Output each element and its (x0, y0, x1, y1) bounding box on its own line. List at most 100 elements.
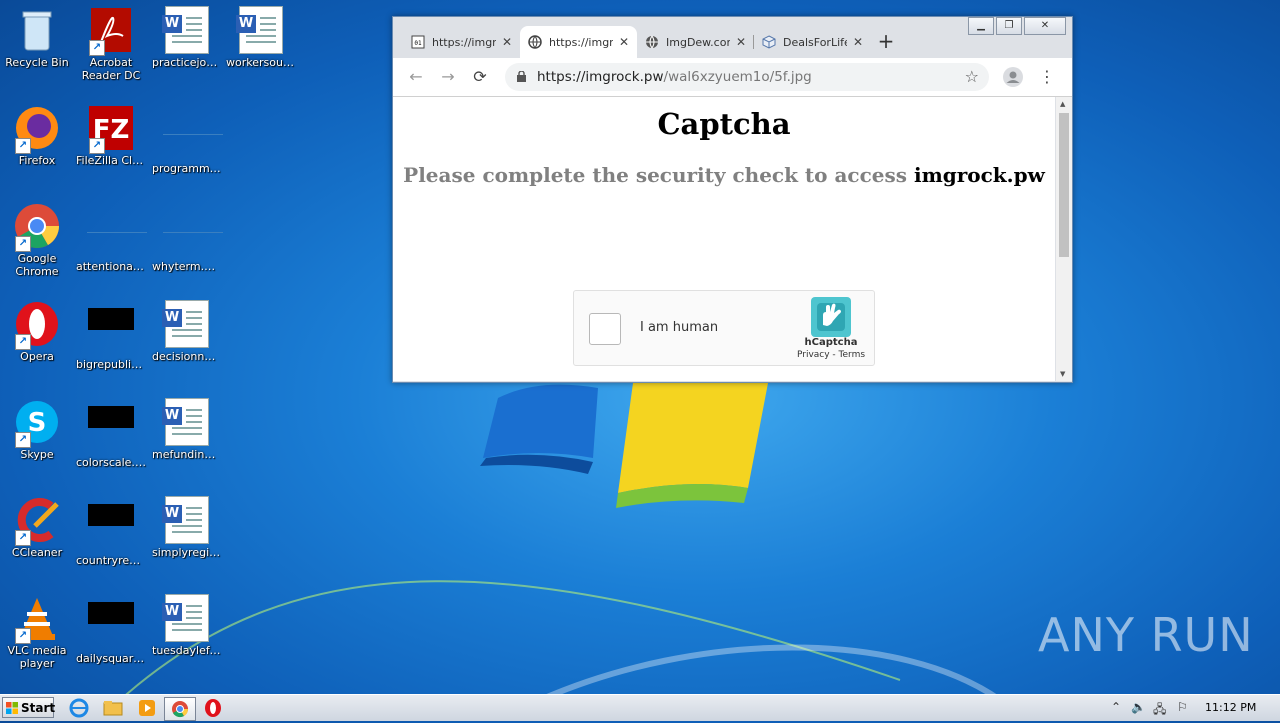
desktop-icon-programme[interactable]: programme... (150, 98, 224, 188)
desktop-icon-colorscale[interactable]: colorscale.jpg (74, 392, 148, 482)
tab-close-icon[interactable]: ✕ (853, 35, 863, 49)
desktop-icon-label: CCleaner (11, 546, 63, 559)
forward-arrow-icon[interactable]: → (437, 66, 459, 88)
image-file-icon (87, 308, 135, 356)
desktop-icon-firefox[interactable]: ↗ Firefox (0, 98, 74, 188)
menu-kebab-icon[interactable]: ⋮ (1036, 66, 1058, 88)
start-button[interactable]: Start (2, 697, 55, 718)
hcaptcha-logo-icon (811, 297, 851, 337)
image-file-icon (87, 602, 135, 650)
volume-icon[interactable]: 🔈 (1131, 700, 1146, 714)
tab-close-icon[interactable]: ✕ (502, 35, 512, 49)
clock[interactable]: 11:12 PM (1205, 701, 1256, 714)
desktop-icon-label: whyterm.png (152, 260, 224, 273)
taskbar-opera-icon[interactable] (202, 697, 226, 719)
filezilla-icon: FZ ↗ (87, 104, 135, 154)
anyrun-watermark: ANY RUN (1038, 608, 1254, 662)
tab-close-icon[interactable]: ✕ (736, 35, 746, 49)
acrobat-icon: ↗ (87, 6, 135, 56)
taskbar: Start ⌃ 🔈 🖧 ⚐ 11:12 PM (0, 694, 1280, 721)
lock-icon (517, 71, 526, 82)
desktop-icon-filezilla[interactable]: FZ ↗ FileZilla Client (74, 98, 148, 188)
desktop-icon-workersour[interactable]: W workersour.rtf (224, 0, 298, 90)
desktop-icon-label: tuesdayleft.rtf (152, 644, 224, 657)
action-center-flag-icon[interactable]: ⚐ (1177, 700, 1188, 714)
desktop-icon-practicejour[interactable]: W practicejour... (150, 0, 224, 90)
desktop-icon-countryrep[interactable]: countryrep... (74, 490, 148, 580)
tab-title: ImgDew.com (666, 35, 730, 49)
tab-imgdew[interactable]: ImgDew.com ✕ (637, 26, 754, 58)
taskbar-ie-icon[interactable] (68, 697, 92, 719)
taskbar-explorer-icon[interactable] (102, 697, 126, 719)
desktop-icon-opera[interactable]: ↗ Opera (0, 294, 74, 384)
desktop-icon-label: Google Chrome (15, 252, 59, 278)
desktop-icon-whyterm[interactable]: whyterm.png (150, 196, 224, 286)
desktop-icon-label: dailysquare... (76, 652, 148, 665)
cube-icon (762, 35, 776, 49)
desktop-icon-acrobat[interactable]: ↗ Acrobat Reader DC (74, 0, 148, 90)
desktop-icon-decisionnot[interactable]: W decisionnot.rtf (150, 294, 224, 384)
taskbar-chrome-icon[interactable] (164, 697, 196, 721)
security-message-text: Please complete the security check to ac… (403, 163, 908, 187)
tab-title: DealsForLife (783, 35, 847, 49)
desktop-icon-skype[interactable]: S ↗ Skype (0, 392, 74, 482)
desktop-icon-label: Skype (20, 448, 54, 461)
site-name: imgrock.pw (914, 163, 1045, 187)
desktop-icon-label: colorscale.jpg (76, 456, 148, 469)
windows-logo (480, 378, 768, 508)
tab-imgrock-1[interactable]: 01 https://imgr ✕ (403, 26, 520, 58)
minimize-button[interactable]: ▁ (968, 17, 994, 35)
reload-icon[interactable]: ⟳ (469, 66, 491, 88)
desktop-icon-tuesdayleft[interactable]: W tuesdayleft.rtf (150, 588, 224, 678)
desktop-icon-label: bigrepublic.jpg (76, 358, 148, 371)
desktop-icon-ccleaner[interactable]: ↗ CCleaner (0, 490, 74, 580)
profile-avatar-icon[interactable] (1003, 67, 1023, 87)
desktop-icon-label: decisionnot.rtf (152, 350, 224, 363)
desktop-icon-google-chrome[interactable]: ↗ Google Chrome (0, 196, 74, 286)
address-bar[interactable]: https://imgrock.pw/wal6xzyuem1o/5f.jpg ☆ (505, 63, 989, 91)
back-arrow-icon[interactable]: ← (405, 66, 427, 88)
desktop-icon-mefunding[interactable]: W mefunding.rtf (150, 392, 224, 482)
desktop-icon-vlc[interactable]: ↗ VLC media player (0, 588, 74, 678)
vlc-icon: ↗ (13, 594, 61, 644)
bookmark-star-icon[interactable]: ☆ (965, 67, 979, 86)
new-tab-button[interactable]: + (871, 26, 901, 58)
tab-dealsforlife[interactable]: DealsForLife ✕ (754, 26, 871, 58)
binary-page-icon: 01 (411, 35, 425, 49)
chrome-icon: ↗ (13, 202, 61, 252)
scroll-down-icon[interactable]: ▼ (1060, 370, 1065, 378)
close-window-button[interactable]: ✕ (1024, 17, 1066, 35)
browser-toolbar: ← → ⟳ https://imgrock.pw/wal6xzyuem1o/5f… (393, 58, 1072, 97)
captcha-checkbox[interactable] (589, 313, 621, 345)
word-document-icon: W (162, 6, 211, 54)
desktop-icon-dailysquare[interactable]: dailysquare... (74, 588, 148, 678)
privacy-terms-links[interactable]: Privacy - Terms (788, 350, 874, 360)
desktop-icon-recycle-bin[interactable]: Recycle Bin (0, 0, 74, 90)
desktop-icon-label: attentionad... (76, 260, 148, 273)
page-heading: Captcha (657, 107, 791, 141)
network-icon[interactable]: 🖧 (1153, 700, 1166, 721)
firefox-icon: ↗ (13, 104, 61, 154)
tab-imgrock-2-active[interactable]: https://imgr ✕ (520, 26, 637, 58)
url-host: https://imgrock.pw (537, 69, 664, 85)
window-controls: ▁ ❐ ✕ (966, 17, 1066, 35)
hcaptcha-widget: I am human hCaptcha Privacy - Terms (573, 290, 875, 366)
show-hidden-icons-icon[interactable]: ⌃ (1111, 700, 1121, 714)
tab-title: https://imgr (549, 35, 613, 49)
desktop-icon-label: programme... (152, 162, 224, 175)
word-document-icon: W (162, 594, 211, 642)
desktop-icon-attentionad[interactable]: attentionad... (74, 196, 148, 286)
desktop-icon-bigrepublic[interactable]: bigrepublic.jpg (74, 294, 148, 384)
scroll-up-icon[interactable]: ▲ (1060, 100, 1065, 108)
scrollbar-thumb[interactable] (1059, 113, 1069, 257)
page-scrollbar[interactable]: ▲ ▼ (1056, 97, 1072, 381)
maximize-button[interactable]: ❐ (996, 17, 1022, 35)
opera-icon: ↗ (13, 300, 61, 350)
desktop-icon-simplyregist[interactable]: W simplyregist... (150, 490, 224, 580)
ccleaner-icon: ↗ (13, 496, 61, 546)
shortcut-arrow-icon: ↗ (15, 236, 31, 252)
taskbar-media-player-icon[interactable] (136, 697, 160, 719)
tab-close-icon[interactable]: ✕ (619, 35, 629, 49)
word-document-icon: W (162, 398, 211, 446)
desktop-icon-label: VLC media player (7, 644, 67, 670)
